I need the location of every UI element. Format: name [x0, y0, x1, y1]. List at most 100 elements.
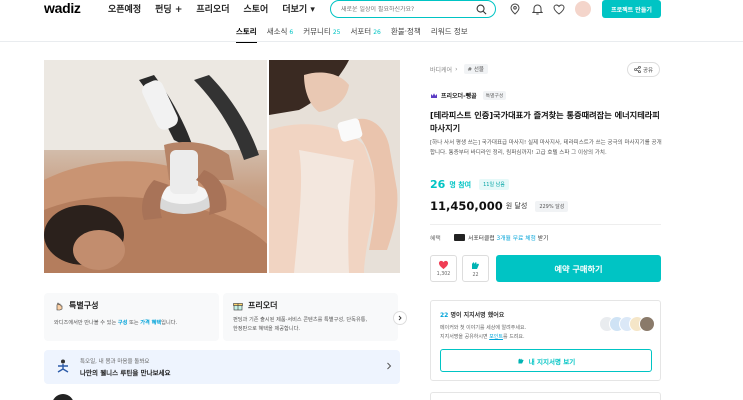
share-icon [633, 66, 641, 73]
my-signature-label: 내 지지서명 보기 [528, 357, 576, 366]
tab-refund-label: 환불·정책 [390, 27, 421, 36]
my-signature-button[interactable]: 내 지지서명 보기 [440, 349, 652, 372]
nav-store[interactable]: 스토어 [244, 2, 269, 15]
signature-title-text: 명이 지지서명 했어요 [448, 312, 505, 319]
support-hand-icon [472, 261, 479, 269]
support-count: 22 [472, 272, 479, 278]
share-label: 공유 [642, 67, 654, 74]
massage-photo-right [268, 60, 400, 273]
signature-desc-line2-pre: 지지서명을 공유하시면 [440, 334, 490, 340]
maker-info[interactable]: 프리오더-뺑골 특별구성 [430, 91, 507, 100]
tab-supporters-label: 서포터 [350, 27, 372, 36]
supporter-club-icon [454, 234, 465, 241]
like-button[interactable]: 1,302 [430, 255, 457, 282]
supporter-avatar [639, 316, 655, 332]
feature-next-button[interactable] [393, 311, 407, 325]
signature-description: 메이커와 첫 이야기를 세상에 알려주세요. 지지서명을 공유하시면 포인트를 … [440, 324, 590, 342]
right-panel-divider [430, 224, 661, 225]
feature-preorder-desc-line2: 한정판으로 혜택을 제공합니다. [233, 326, 300, 332]
chevron-right-icon [387, 362, 392, 370]
benefit-text-highlight: 3개월 무료 체험 [496, 236, 536, 242]
participants-row: 26 명 참여 11일 남음 [430, 178, 509, 191]
amount-row: 11,450,000 원 달성 229% 달성 [430, 199, 569, 213]
nav-more-label: 더보기 [282, 5, 308, 15]
product-hero-image[interactable] [44, 60, 400, 273]
bell-icon[interactable] [530, 2, 544, 16]
feature-card-preorder[interactable]: 프리오더 펀딩과 기존 출시된 제품·서비스 콘텐츠를 특별구성, 단독유통, … [223, 293, 398, 341]
avatar[interactable] [575, 1, 591, 17]
heart-icon[interactable] [552, 2, 566, 16]
feature-special-desc-hl1: 구성 [117, 320, 128, 326]
tab-news-label: 새소식 [266, 27, 288, 36]
benefit-row[interactable]: 혜택 서포터클럽 3개월 무료 체험 받기 [430, 233, 548, 242]
tab-story-label: 스토리 [236, 27, 257, 36]
feature-special-heading: 특별구성 [54, 300, 209, 311]
chevron-right-icon [398, 315, 402, 321]
breadcrumb-category[interactable]: 바디케어 [430, 65, 452, 74]
yoga-person-icon [57, 359, 69, 373]
tab-supporters-count: 26 [373, 29, 381, 36]
participants-label: 명 참여 [449, 180, 472, 189]
crown-icon [431, 92, 437, 98]
feature-special-desc-post: 입니다. [161, 320, 178, 326]
next-section-box [430, 392, 661, 400]
percent-badge: 229% 달성 [535, 200, 569, 212]
wellness-subtitle: 특오일, 내 몸과 마음을 돌봐요 [80, 359, 150, 365]
header-divider [0, 41, 743, 42]
breadcrumb: 바디케어 › # 선물 [430, 64, 488, 74]
wellness-banner[interactable]: 특오일, 내 몸과 마음을 돌봐요 나만의 웰니스 루틴을 만나보세요 [44, 350, 400, 384]
participants-count: 26 [430, 178, 446, 191]
create-project-button[interactable]: 프로젝트 만들기 [602, 0, 661, 18]
benefit-label: 혜택 [430, 236, 441, 242]
heart-filled-icon [438, 260, 449, 270]
signature-box: 22 명이 지지서명 했어요 메이커와 첫 이야기를 세상에 알려주세요. 지지… [430, 300, 661, 381]
feature-card-special[interactable]: 특별구성 와디즈에서만 만나볼 수 있는 구성 또는 가격 혜택입니다. [44, 293, 219, 341]
gift-tag[interactable]: # 선물 [463, 64, 488, 74]
supporter-avatars [599, 316, 657, 332]
signature-desc-line2-post: 를 드려요. [503, 334, 525, 340]
feature-special-desc-hl2: 가격 혜택 [140, 320, 162, 326]
signature-point-link[interactable]: 포인트 [489, 334, 503, 340]
gift-icon [233, 302, 243, 310]
benefit-text: 서포터클럽 3개월 무료 체험 받기 [468, 233, 548, 242]
product-title: [테라피스트 인증]국가대표가 즐겨찾는 통증때려잡는 에너지테라피 마사지기 [430, 110, 660, 133]
nav-preorder[interactable]: 프리오더 [196, 2, 229, 15]
breadcrumb-chevron-icon: › [455, 65, 458, 73]
tab-community-count: 25 [332, 29, 341, 36]
search-icon[interactable] [476, 4, 487, 15]
nav-funding[interactable]: 펀딩 + [155, 2, 182, 15]
amount-label: 원 달성 [505, 202, 528, 210]
signature-title: 22 명이 지지서명 했어요 [440, 310, 504, 319]
share-button[interactable]: 공유 [627, 62, 660, 77]
benefit-text-pre: 서포터클럽 [468, 236, 497, 242]
feature-preorder-heading: 프리오더 [233, 300, 388, 311]
location-icon[interactable] [508, 2, 522, 16]
maker-badge: 특별구성 [482, 91, 507, 100]
feature-preorder-desc: 펀딩과 기존 출시된 제품·서비스 콘텐츠를 특별구성, 단독유통, 한정판으로… [233, 316, 388, 332]
tab-reward-label: 리워드 정보 [430, 27, 468, 36]
feature-preorder-title: 프리오더 [248, 301, 278, 310]
feature-preorder-desc-line1: 펀딩과 기존 출시된 제품·서비스 콘텐츠를 특별구성, 단독유통, [233, 317, 368, 323]
maker-name: 프리오더-뺑골 [441, 93, 477, 100]
search-input[interactable] [341, 5, 471, 13]
signature-desc-line1: 메이커와 첫 이야기를 세상에 알려주세요. [440, 325, 527, 331]
search-box [330, 0, 496, 18]
tab-news-count: 6 [289, 29, 294, 36]
wadiz-logo[interactable]: wadiz [44, 0, 81, 16]
maker-avatar [52, 394, 74, 400]
feature-special-desc: 와디즈에서만 만나볼 수 있는 구성 또는 가격 혜택입니다. [54, 319, 209, 326]
reserve-purchase-button[interactable]: 예약 구매하기 [496, 255, 661, 282]
wellness-title: 나만의 웰니스 루틴을 만나보세요 [80, 369, 171, 377]
feature-special-desc-mid: 또는 [127, 320, 141, 326]
support-signature-button[interactable]: 22 [462, 255, 489, 282]
amount-value: 11,450,000 [430, 199, 503, 213]
tab-community-label: 커뮤니티 [303, 27, 331, 36]
benefit-text-post: 받기 [535, 236, 549, 242]
woman-illustration [268, 60, 400, 273]
main-nav: 오픈예정 펀딩 + 프리오더 스토어 더보기 ▾ [108, 2, 315, 15]
product-description: [하나 사서 평생 쓰는] 국가대표급 마사지! 실제 마사지사, 테라피스트가… [430, 140, 662, 156]
nav-open-soon[interactable]: 오픈예정 [108, 2, 141, 15]
massage-scene-illustration [44, 60, 267, 273]
signature-desc-line2: 지지서명을 공유하시면 포인트를 드려요. [440, 333, 590, 342]
nav-more[interactable]: 더보기 ▾ [282, 2, 315, 15]
